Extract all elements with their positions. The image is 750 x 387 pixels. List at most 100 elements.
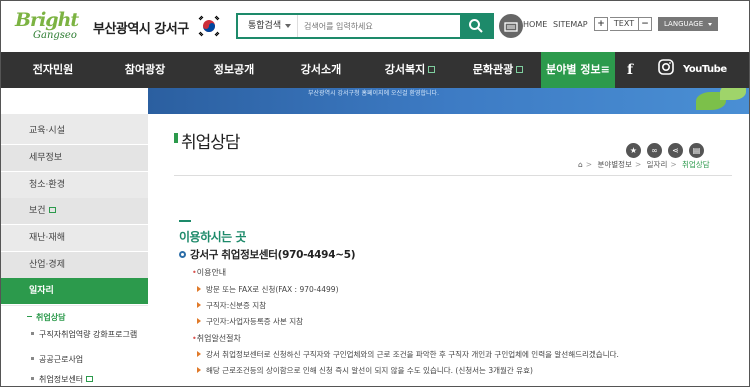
sidebar-item-education[interactable]: 교육·시설 (1, 118, 148, 145)
search-category-select[interactable]: 통합검색 (238, 15, 298, 37)
bullet-icon (31, 357, 34, 360)
submenu-item-job-center[interactable]: 취업정보센터 (1, 374, 148, 385)
nav-item-about-gangseo[interactable]: 강서소개 (291, 52, 351, 88)
home-icon[interactable]: ⌂ (578, 160, 583, 169)
nav-item-welfare[interactable]: 강서복지 (377, 52, 443, 88)
submenu-label: 공공근로사업 (39, 355, 84, 364)
section-accent (179, 220, 191, 222)
link-icon[interactable]: ∞ (647, 143, 662, 158)
page-frame: Bright Gangseo 부산광역시 강서구 통합검색 검색어를 입력하세요… (0, 0, 750, 387)
page-title: 취업상담 (181, 133, 241, 153)
group-label-text: 이용안내 (196, 268, 227, 277)
text-size-increase-button[interactable]: + (594, 17, 608, 31)
divider (174, 175, 732, 176)
search-category-label: 통합검색 (248, 21, 282, 31)
sidebar-item-health[interactable]: 보건 (1, 198, 148, 225)
list-item: 구직자:신분증 지참 (197, 300, 266, 311)
submenu-item-public-works[interactable]: 공공근로사업 (1, 354, 148, 365)
chevron-down-icon (285, 24, 291, 28)
print-icon[interactable]: ▤ (689, 143, 704, 158)
group-label: •이용안내 (192, 268, 227, 277)
youtube-link[interactable]: YouTube (683, 52, 727, 88)
triangle-bullet-icon (197, 286, 201, 292)
chevron-down-icon (708, 23, 712, 26)
top-banner: 부산광역시 강서구청 홈페이지에 오신걸 환영합니다. (148, 88, 749, 114)
logo-sub: Gangseo (33, 30, 77, 41)
home-icon[interactable] (499, 14, 523, 38)
external-link-icon (516, 66, 524, 73)
list-item: 강서 취업정보센터로 신청하신 구직자와 구인업체와의 근로 조건을 파악한 후… (197, 349, 619, 360)
sidebar-item-environment[interactable]: 청소·환경 (1, 172, 148, 199)
nav-label: 전자민원 (32, 63, 74, 76)
center-name-text: 강서구 취업정보센터(970-4494~5) (190, 249, 356, 261)
header: Bright Gangseo 부산광역시 강서구 통합검색 검색어를 입력하세요… (1, 1, 749, 52)
sitemap-link[interactable]: SITEMAP (553, 20, 588, 29)
korean-flag-icon (197, 14, 221, 38)
list-item: 구인자:사업자등록증 사본 지참 (197, 316, 303, 327)
center-name: 강서구 취업정보센터(970-4494~5) (179, 247, 356, 262)
language-select[interactable]: LANGUAGE (658, 17, 718, 31)
bullet-icon (31, 377, 34, 380)
logo-main: Bright (15, 9, 79, 31)
site-title[interactable]: 부산광역시 강서구 (93, 18, 189, 37)
triangle-bullet-icon (197, 367, 201, 373)
nav-label: 강서복지 (384, 63, 426, 76)
nav-label: 문화관광 (472, 63, 514, 76)
breadcrumb-item[interactable]: 분야별정보 (597, 160, 632, 169)
nav-item-civil-petition[interactable]: 전자민원 (23, 52, 83, 88)
sidebar-item-disaster[interactable]: 재난·재해 (1, 225, 148, 252)
list-item: 방문 또는 FAX로 신청(FAX : 970-4499) (197, 284, 339, 295)
bullet-icon (31, 332, 34, 335)
text-size-decrease-button[interactable]: − (638, 17, 652, 31)
search-box: 통합검색 (236, 13, 494, 39)
list-item-text: 해당 근로조건등의 상이함으로 인해 신청 즉시 알선이 되지 않을 수도 있습… (206, 366, 533, 375)
nav-item-culture-tourism[interactable]: 문화관광 (465, 52, 531, 88)
list-item-text: 구인자:사업자등록증 사본 지참 (206, 317, 303, 326)
home-link[interactable]: HOME (523, 20, 547, 29)
text-size-label: TEXT (610, 17, 638, 31)
language-label: LANGUAGE (664, 20, 704, 28)
search-input[interactable] (304, 18, 454, 34)
triangle-bullet-icon (197, 302, 201, 308)
sidebar-item-label: 보건 (29, 206, 46, 216)
sidebar-item-economy[interactable]: 산업·경제 (1, 252, 148, 279)
search-button[interactable] (460, 15, 492, 37)
search-icon (469, 19, 483, 33)
list-item-text: 강서 취업정보센터로 신청하신 구직자와 구인업체와의 근로 조건을 파악한 후… (206, 350, 619, 359)
nav-item-participation[interactable]: 참여광장 (115, 52, 175, 88)
triangle-bullet-icon (197, 318, 201, 324)
title-accent (174, 133, 178, 143)
sidebar-item-jobs[interactable]: 일자리 (1, 278, 148, 305)
breadcrumb: ⌂ > 분야별정보 > 일자리 > 취업상담 (578, 160, 710, 169)
dash-icon (27, 316, 32, 317)
bright-gangseo-logo[interactable]: Bright Gangseo (15, 9, 87, 45)
nav-label: 강서소개 (300, 63, 342, 76)
group-label: •취업알선절차 (192, 334, 241, 343)
share-icon[interactable]: ⋖ (668, 143, 683, 158)
nav-label: 정보공개 (213, 63, 255, 76)
submenu-item-job-program[interactable]: 구직자취업역량 강화프로그램 (1, 329, 148, 340)
submenu-label: 취업정보센터 (39, 375, 84, 384)
list-item-text: 방문 또는 FAX로 신청(FAX : 970-4499) (206, 285, 339, 294)
new-window-icon (48, 207, 56, 213)
breadcrumb-current: 취업상담 (682, 160, 710, 169)
submenu-item-job-counseling[interactable]: 취업상담 (1, 312, 148, 323)
list-item-text: 구직자:신분증 지참 (206, 301, 267, 310)
instagram-icon[interactable] (658, 52, 674, 88)
sidebar-top-blank (1, 88, 148, 114)
banner-text: 부산광역시 강서구청 홈페이지에 오신걸 환영합니다. (308, 90, 439, 97)
facebook-icon[interactable]: f (627, 52, 633, 88)
favorite-icon[interactable]: ★ (626, 143, 641, 158)
nav-item-field-info[interactable]: 분야별 정보≡ (541, 52, 615, 88)
sidebar-item-tax[interactable]: 세무정보 (1, 145, 148, 172)
breadcrumb-item[interactable]: 일자리 (647, 160, 668, 169)
submenu-label: 취업상담 (36, 313, 66, 322)
nav-label: 분야별 정보≡ (546, 63, 610, 76)
new-window-icon (86, 376, 94, 382)
section-title: 이용하시는 곳 (179, 230, 246, 244)
submenu-label: 구직자취업역량 강화프로그램 (39, 330, 138, 339)
triangle-bullet-icon (197, 351, 201, 357)
list-item: 해당 근로조건등의 상이함으로 인해 신청 즉시 알선이 되지 않을 수도 있습… (197, 365, 533, 376)
main-content: 취업상담 ★ ∞ ⋖ ▤ ⌂ > 분야별정보 > 일자리 > 취업상담 이용하시는 곳… (148, 114, 749, 386)
nav-item-info-disclosure[interactable]: 정보공개 (204, 52, 264, 88)
